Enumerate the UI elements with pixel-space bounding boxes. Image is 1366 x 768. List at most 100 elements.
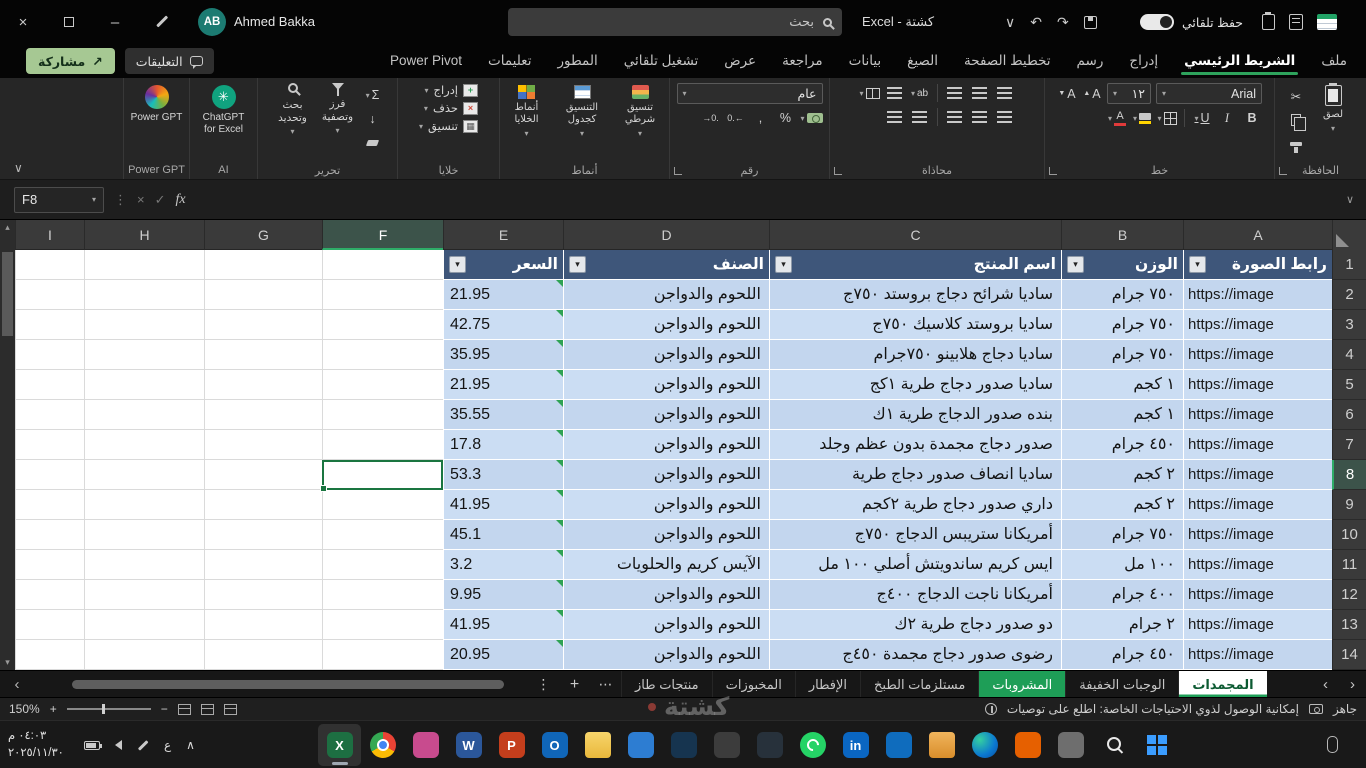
taskbar-app-chrome[interactable]	[361, 724, 404, 766]
taskbar-clock[interactable]: ٠٤:٠٣ م ٢٠٢٥/١١/٣٠	[8, 728, 64, 763]
cell-B2[interactable]: ٧٥٠ جرام	[1061, 280, 1183, 310]
cell-I11[interactable]	[15, 550, 84, 580]
cell-H10[interactable]	[84, 520, 204, 550]
taskbar-app-design-app[interactable]	[404, 724, 447, 766]
sheet-tab-4[interactable]: الإفطار	[794, 671, 860, 697]
underline-button[interactable]: U ▾	[1192, 108, 1212, 128]
align-top-button[interactable]	[995, 83, 1015, 103]
ribbon-tab-3[interactable]: رسم	[1064, 44, 1117, 78]
horizontal-scrollbar-thumb[interactable]	[72, 680, 504, 689]
zoom-slider-thumb[interactable]	[101, 704, 105, 714]
cell-H2[interactable]	[84, 280, 204, 310]
column-header-I[interactable]: I	[15, 220, 84, 250]
clear-button[interactable]	[363, 133, 383, 153]
cell-D6[interactable]: اللحوم والدواجن	[563, 400, 769, 430]
fill-button[interactable]: ↓	[363, 109, 383, 129]
cell-B14[interactable]: ٤٥٠ جرام	[1061, 640, 1183, 670]
cell-G14[interactable]	[204, 640, 322, 670]
taskbar-app-folder[interactable]	[920, 724, 963, 766]
sheet-tab-3[interactable]: مستلزمات الطبخ	[860, 671, 978, 697]
cell-G12[interactable]	[204, 580, 322, 610]
row-header-5[interactable]: 5	[1332, 370, 1366, 400]
battery-icon[interactable]	[84, 740, 102, 750]
cell-B11[interactable]: ١٠٠ مل	[1061, 550, 1183, 580]
column-header-F[interactable]: F	[322, 220, 443, 250]
pen-tray-icon[interactable]	[137, 739, 149, 751]
cell-F3[interactable]	[322, 310, 443, 340]
row-header-9[interactable]: 9	[1332, 490, 1366, 520]
all-sheets-icon[interactable]: ⋯	[590, 671, 621, 698]
cell-A2[interactable]: https://image	[1183, 280, 1332, 310]
select-all-corner[interactable]	[1332, 220, 1366, 250]
row-header-10[interactable]: 10	[1332, 520, 1366, 550]
cell-C5[interactable]: ساديا صدور دجاج طرية ١كج	[769, 370, 1061, 400]
cell-E13[interactable]: 41.95	[443, 610, 563, 640]
cell-F10[interactable]	[322, 520, 443, 550]
taskbar-app-files[interactable]	[576, 724, 619, 766]
cell-F2[interactable]	[322, 280, 443, 310]
active-cell-selection[interactable]	[320, 460, 443, 492]
cell-C8[interactable]: ساديا انصاف صدور دجاج طرية	[769, 460, 1061, 490]
cell-G10[interactable]	[204, 520, 322, 550]
page-break-view-button[interactable]	[223, 703, 237, 715]
filter-button-B[interactable]: ▾	[1067, 256, 1084, 273]
cell-B6[interactable]: ١ كجم	[1061, 400, 1183, 430]
cell-G3[interactable]	[204, 310, 322, 340]
ribbon-tab-9[interactable]: تشغيل تلقائي	[611, 44, 712, 78]
notebook-icon[interactable]	[1289, 14, 1303, 30]
find-select-button[interactable]: بحث وتحديد ▾	[273, 83, 313, 137]
maximize-button[interactable]	[46, 0, 92, 44]
taskbar-app-excel[interactable]: X	[318, 724, 361, 766]
normal-view-button[interactable]	[177, 703, 191, 715]
insert-cells-button[interactable]: + إدراج ▾	[419, 83, 479, 97]
mouse-settings-icon[interactable]	[1327, 736, 1338, 753]
column-header-G[interactable]: G	[204, 220, 322, 250]
orientation-button[interactable]: ab ▾	[910, 83, 930, 103]
cell-I2[interactable]	[15, 280, 84, 310]
cell-D9[interactable]: اللحوم والدواجن	[563, 490, 769, 520]
cell-D12[interactable]: اللحوم والدواجن	[563, 580, 769, 610]
next-sheet-icon[interactable]: ›	[1339, 676, 1366, 693]
cell-G13[interactable]	[204, 610, 322, 640]
cancel-entry-icon[interactable]: ×	[137, 192, 145, 207]
cell-B3[interactable]: ٧٥٠ جرام	[1061, 310, 1183, 340]
cell-A3[interactable]: https://image	[1183, 310, 1332, 340]
cell-G2[interactable]	[204, 280, 322, 310]
language-indicator[interactable]: ع	[164, 738, 171, 752]
cell-E12[interactable]: 9.95	[443, 580, 563, 610]
cell-G1[interactable]	[204, 250, 322, 280]
decrease-decimal-button[interactable]: .0→	[700, 108, 720, 128]
cell-H9[interactable]	[84, 490, 204, 520]
taskbar-app-weather[interactable]	[619, 724, 662, 766]
row-header-14[interactable]: 14	[1332, 640, 1366, 670]
cell-D10[interactable]: اللحوم والدواجن	[563, 520, 769, 550]
vertical-scrollbar[interactable]: ▴ ▾	[0, 220, 15, 670]
cell-E8[interactable]: 53.3	[443, 460, 563, 490]
taskbar-app-whatsapp[interactable]	[791, 724, 834, 766]
cell-D11[interactable]: الآيس كريم والحلويات	[563, 550, 769, 580]
clipboard-icon[interactable]	[1262, 12, 1275, 30]
cell-I10[interactable]	[15, 520, 84, 550]
italic-button[interactable]: I	[1217, 108, 1237, 128]
volume-icon[interactable]	[115, 740, 122, 750]
column-header-C[interactable]: C	[769, 220, 1061, 250]
cell-C6[interactable]: بنده صدور الدجاج طرية ١ك	[769, 400, 1061, 430]
sort-filter-button[interactable]: فرز وتصفية ▾	[318, 83, 358, 136]
cell-I14[interactable]	[15, 640, 84, 670]
percent-format-button[interactable]: %	[775, 108, 795, 128]
ribbon-tab-5[interactable]: الصيغ	[894, 44, 951, 78]
cell-E7[interactable]: 17.8	[443, 430, 563, 460]
increase-decimal-button[interactable]: ←.0	[725, 108, 745, 128]
collapse-ribbon-icon[interactable]: ∨	[14, 161, 23, 175]
search-input[interactable]: بحث	[508, 8, 842, 36]
ribbon-tab-0[interactable]: ملف	[1308, 44, 1360, 78]
format-painter-button[interactable]	[1286, 134, 1306, 154]
power-gpt-button[interactable]: Power GPT	[129, 83, 185, 124]
save-icon[interactable]	[1083, 15, 1097, 29]
row-header-6[interactable]: 6	[1332, 400, 1366, 430]
avatar[interactable]: AB	[198, 8, 226, 36]
column-header-E[interactable]: E	[443, 220, 563, 250]
row-header-11[interactable]: 11	[1332, 550, 1366, 580]
share-button[interactable]: ↗ مشاركة	[26, 48, 115, 74]
cell-A4[interactable]: https://image	[1183, 340, 1332, 370]
